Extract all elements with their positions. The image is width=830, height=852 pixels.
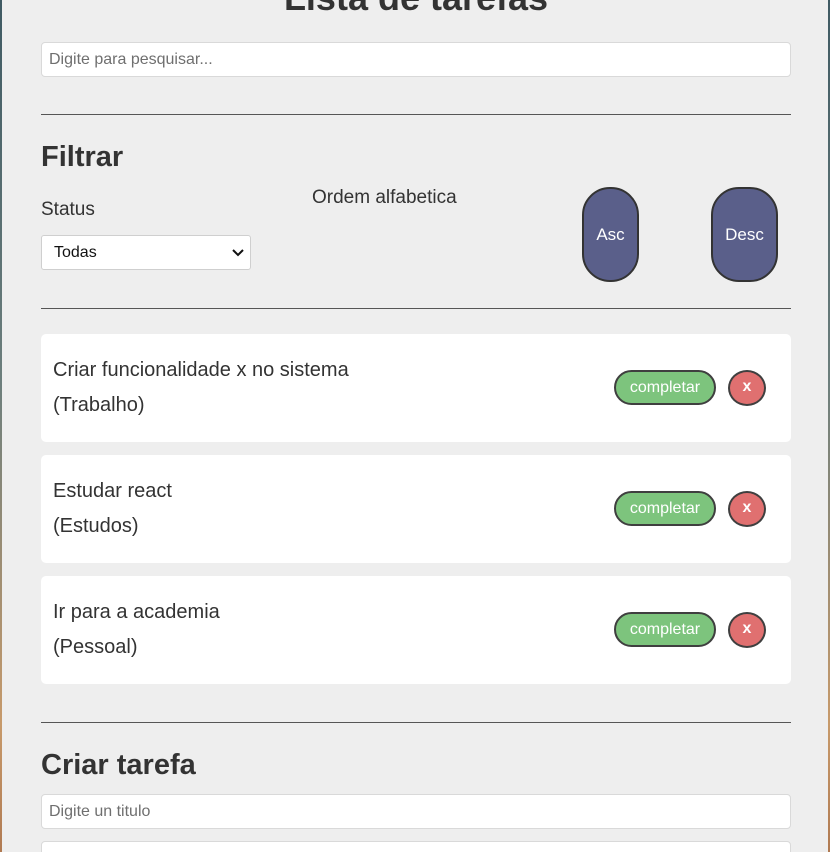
todo-app: Lista de tarefas Filtrar Status Todas Or… [2,0,828,852]
task-card: Criar funcionalidade x no sistema (Traba… [41,334,791,442]
search-input[interactable] [41,42,791,77]
task-card: Estudar react (Estudos) completar x [41,455,791,563]
page-title: Lista de tarefas [41,0,791,16]
complete-button[interactable]: completar [614,612,716,647]
sort-desc-button[interactable]: Desc [711,187,778,282]
task-category: (Trabalho) [53,394,145,416]
task-card: Ir para a academia (Pessoal) completar x [41,576,791,684]
task-category: (Estudos) [53,515,139,537]
task-category-field[interactable] [41,841,791,852]
delete-button[interactable]: x [728,370,766,406]
status-select[interactable]: Todas [41,235,251,270]
delete-button[interactable]: x [728,612,766,648]
status-select-value: Todas [54,244,97,261]
create-task-heading: Criar tarefa [41,749,196,781]
chevron-down-icon [232,236,244,281]
filter-heading: Filtrar [41,141,124,173]
sort-asc-button[interactable]: Asc [582,187,639,282]
task-title-input[interactable] [41,794,791,829]
complete-button[interactable]: completar [614,370,716,405]
task-title: Estudar react [53,480,172,502]
divider [41,722,791,723]
task-title: Criar funcionalidade x no sistema [53,359,349,381]
complete-button[interactable]: completar [614,491,716,526]
divider [41,114,791,115]
status-label: Status [41,199,95,220]
delete-button[interactable]: x [728,491,766,527]
task-category: (Pessoal) [53,636,138,658]
order-label: Ordem alfabetica [312,187,457,208]
task-title: Ir para a academia [53,601,220,623]
divider [41,308,791,309]
